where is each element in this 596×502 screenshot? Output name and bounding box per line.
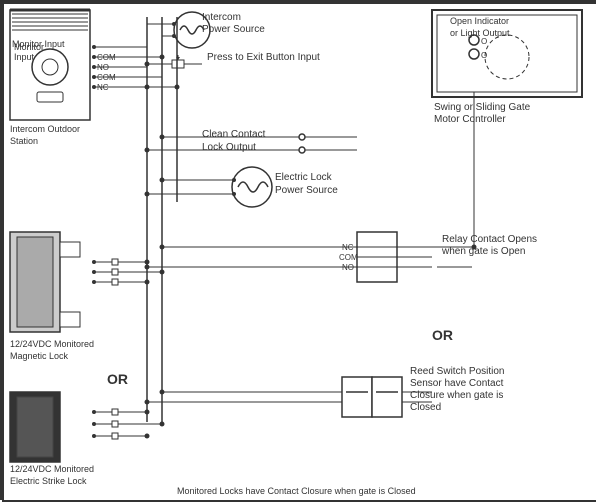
svg-text:Input: Input [14, 52, 35, 62]
svg-text:Motor Controller: Motor Controller [434, 114, 506, 125]
wiring-diagram: Monitor Input COM NO COM NC [0, 0, 596, 500]
svg-text:Closure when gate is: Closure when gate is [410, 390, 503, 401]
svg-text:Press to Exit Button Input: Press to Exit Button Input [207, 52, 320, 63]
svg-text:Station: Station [10, 136, 38, 146]
svg-text:O: O [481, 37, 487, 46]
svg-text:12/24VDC Monitored: 12/24VDC Monitored [10, 464, 94, 474]
svg-text:Lock Output: Lock Output [202, 142, 256, 153]
svg-text:Relay Contact Opens: Relay Contact Opens [442, 234, 537, 245]
svg-text:Monitored Locks have Contact C: Monitored Locks have Contact Closure whe… [177, 486, 416, 496]
svg-text:Intercom Outdoor: Intercom Outdoor [10, 124, 80, 134]
svg-text:12/24VDC Monitored: 12/24VDC Monitored [10, 339, 94, 349]
svg-text:COM: COM [339, 253, 358, 262]
svg-text:Clean Contact: Clean Contact [202, 129, 266, 140]
svg-text:OR: OR [432, 327, 453, 343]
svg-text:Power Source: Power Source [202, 24, 265, 35]
svg-text:Swing or Sliding Gate: Swing or Sliding Gate [434, 102, 531, 113]
svg-text:OR: OR [107, 371, 128, 387]
svg-text:Monitor Input: Monitor Input [12, 39, 65, 49]
svg-text:Open Indicator: Open Indicator [450, 16, 509, 26]
svg-text:Intercom: Intercom [202, 12, 241, 23]
svg-text:Power Source: Power Source [275, 185, 338, 196]
svg-text:Electric Lock: Electric Lock [275, 172, 333, 183]
svg-text:when gate is Open: when gate is Open [441, 246, 525, 257]
svg-text:Magnetic Lock: Magnetic Lock [10, 351, 69, 361]
svg-text:Closed: Closed [410, 402, 441, 413]
svg-text:O: O [481, 51, 487, 60]
svg-text:or Light Output: or Light Output [450, 28, 510, 38]
svg-text:Sensor have Contact: Sensor have Contact [410, 378, 504, 389]
svg-text:Electric Strike Lock: Electric Strike Lock [10, 476, 87, 486]
svg-text:Reed Switch Position: Reed Switch Position [410, 366, 505, 377]
